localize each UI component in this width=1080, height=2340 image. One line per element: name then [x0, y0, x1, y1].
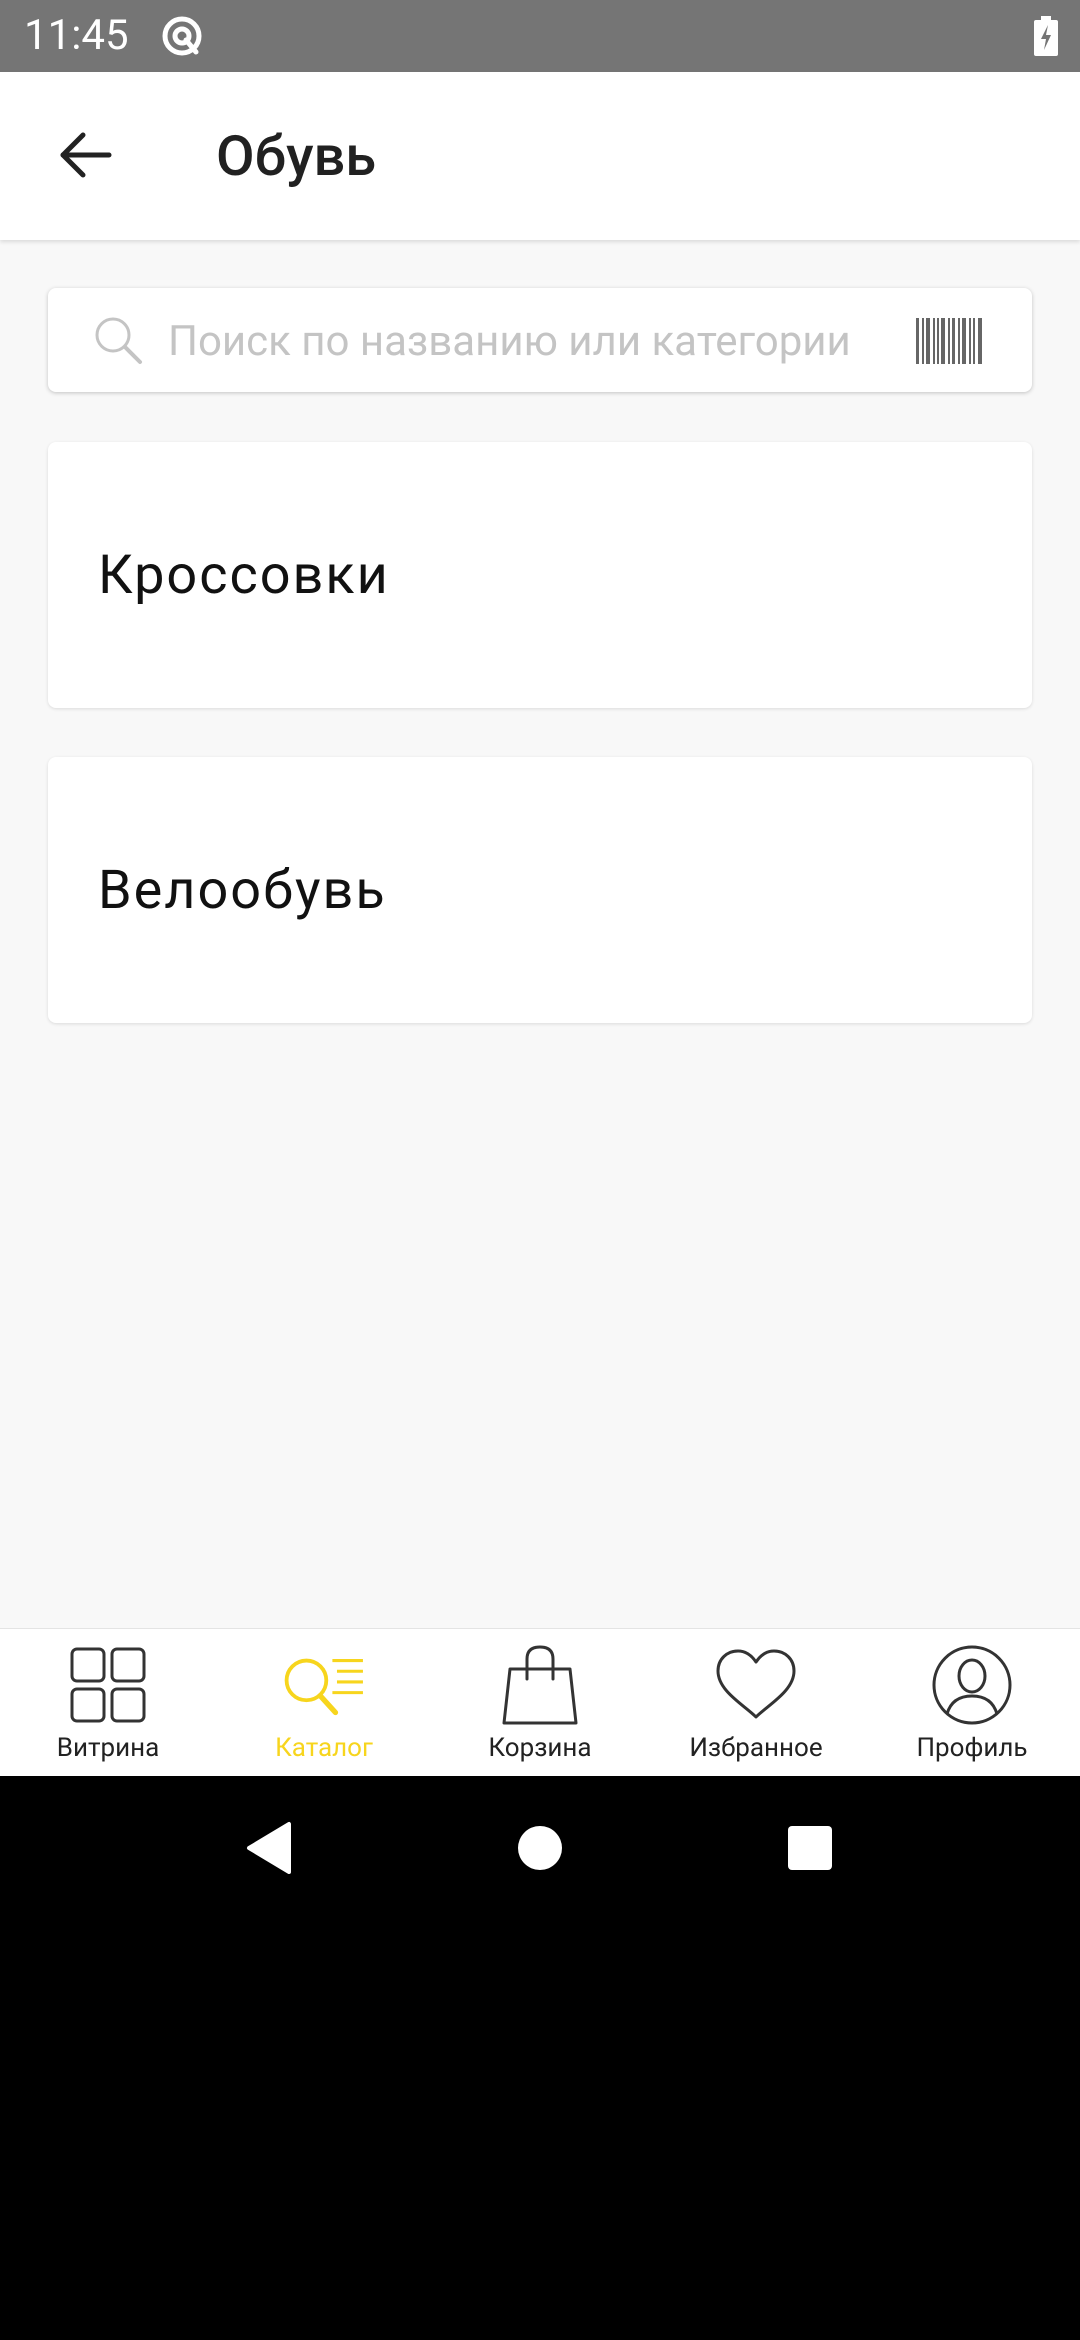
nav-item-showcase[interactable]: Витрина [0, 1629, 216, 1777]
category-label: Велообувь [98, 858, 387, 922]
screen: 11:45 Обувь Поиск по названию или катего… [0, 0, 1080, 2340]
category-card[interactable]: Кроссовки [48, 442, 1032, 708]
status-bar: 11:45 [0, 0, 1080, 72]
heart-icon [714, 1643, 798, 1727]
nav-label: Корзина [488, 1733, 592, 1763]
nav-label: Профиль [916, 1733, 1028, 1763]
search-icon [92, 314, 144, 366]
profile-icon [930, 1643, 1014, 1727]
page-title: Обувь [216, 123, 377, 189]
system-back-button[interactable] [228, 1808, 308, 1888]
arrow-left-icon [60, 132, 112, 178]
system-recents-button[interactable] [770, 1808, 850, 1888]
grid-icon [66, 1643, 150, 1727]
app-bar: Обувь [0, 72, 1080, 240]
status-time: 11:45 [24, 11, 129, 60]
catalog-search-icon [282, 1643, 366, 1727]
at-sign-circle-icon [160, 14, 204, 58]
back-button[interactable] [40, 110, 130, 200]
circle-home-icon [518, 1826, 562, 1870]
system-navigation-bar [0, 1776, 1080, 1920]
search-input[interactable] [166, 288, 930, 394]
content-area: Кроссовки Велообувь [0, 240, 1080, 1628]
nav-label: Витрина [56, 1733, 160, 1763]
nav-label: Каталог [275, 1733, 373, 1763]
category-card[interactable]: Велообувь [48, 757, 1032, 1023]
nav-item-profile[interactable]: Профиль [864, 1629, 1080, 1777]
shopping-bag-icon [498, 1643, 582, 1727]
nav-label: Избранное [689, 1733, 823, 1763]
nav-item-favorites[interactable]: Избранное [648, 1629, 864, 1777]
search-bar[interactable] [48, 288, 1032, 394]
square-recents-icon [788, 1826, 832, 1870]
system-home-button[interactable] [500, 1808, 580, 1888]
bottom-navigation: Витрина Каталог Корзина Избранное Профил… [0, 1628, 1080, 1777]
battery-charging-icon [1034, 16, 1058, 56]
category-label: Кроссовки [98, 543, 390, 607]
barcode-icon[interactable] [916, 318, 982, 364]
triangle-back-icon [247, 1822, 291, 1874]
nav-item-catalog[interactable]: Каталог [216, 1629, 432, 1777]
nav-item-cart[interactable]: Корзина [432, 1629, 648, 1777]
